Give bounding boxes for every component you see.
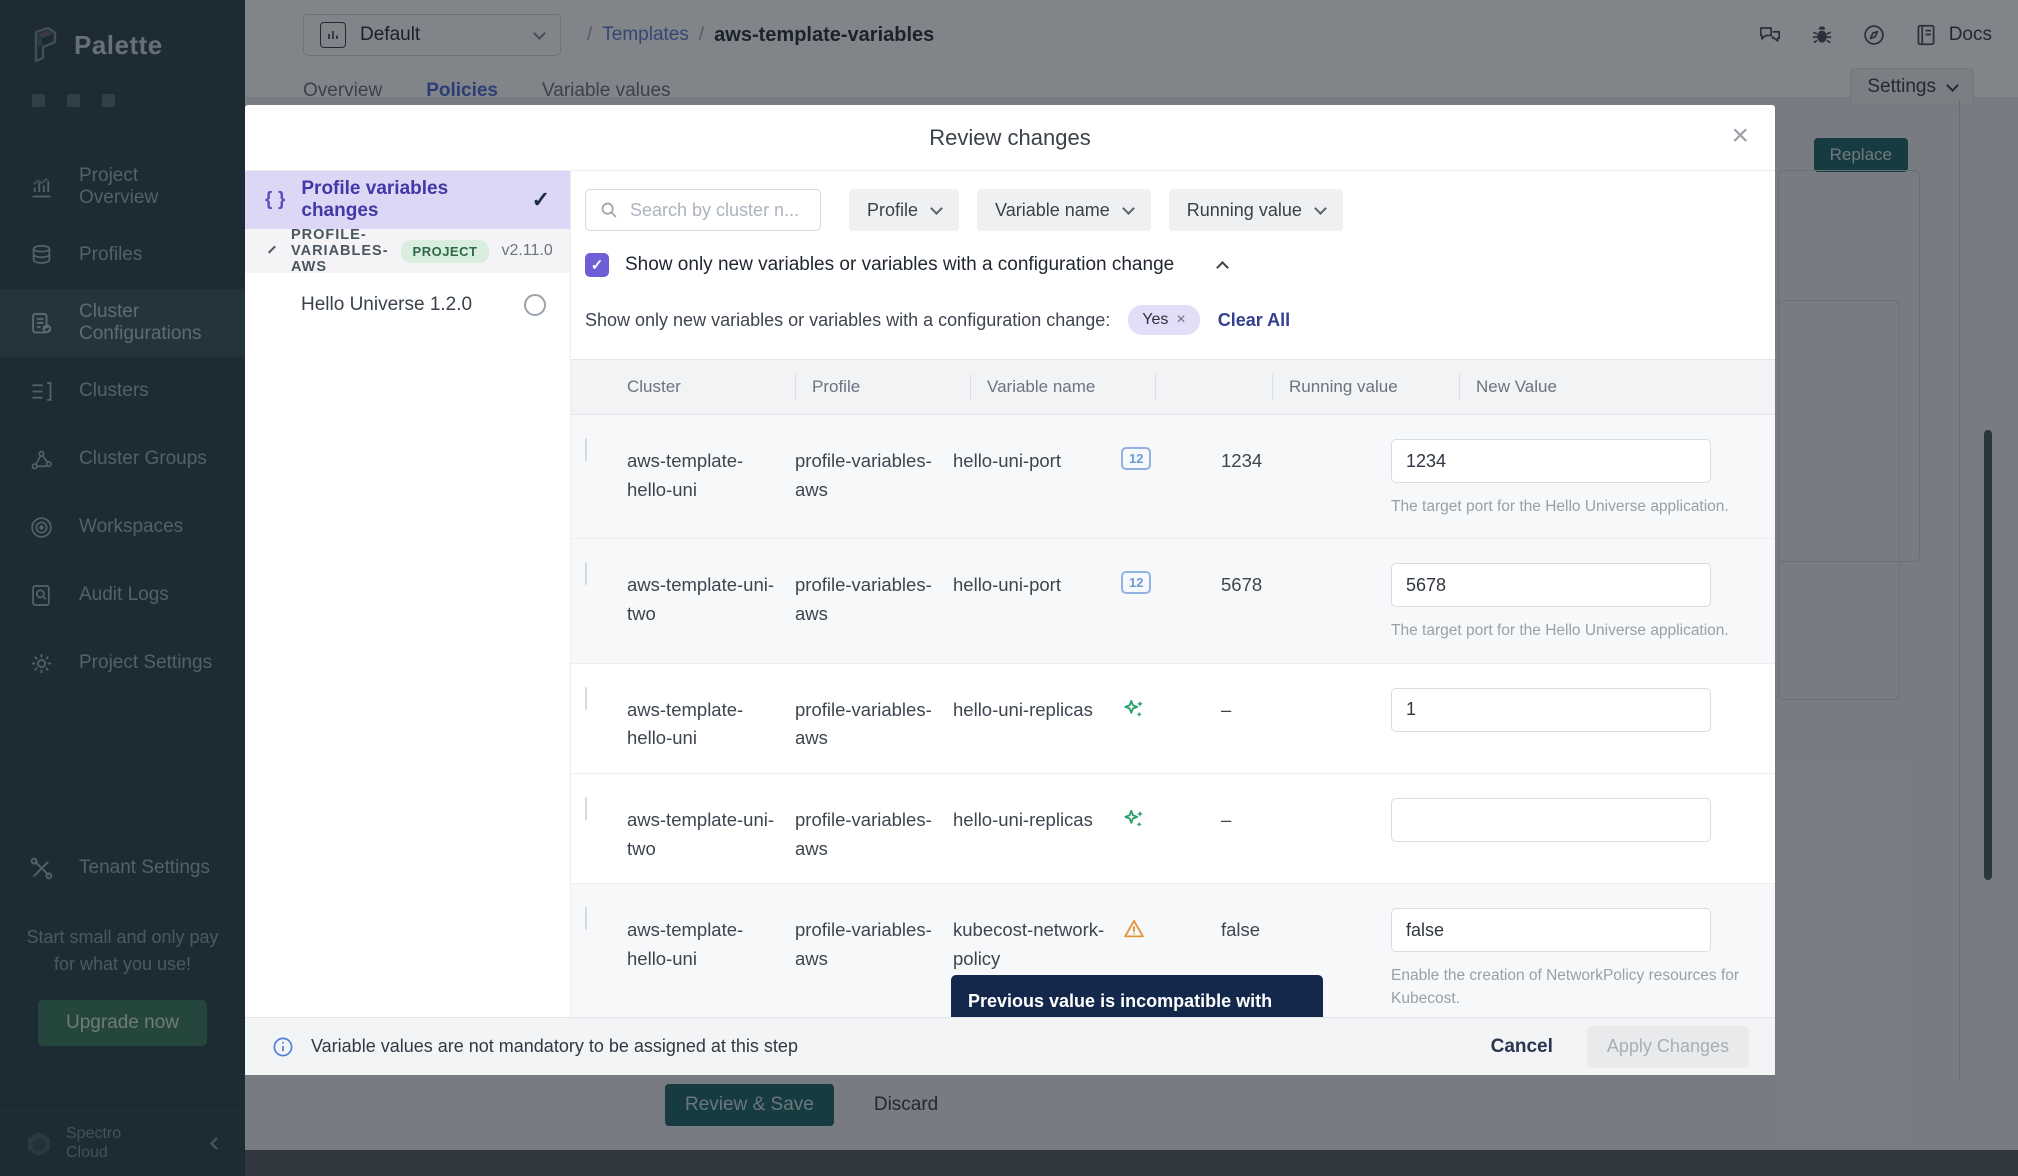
profile-group-row[interactable]: PROFILE-VARIABLES-AWS PROJECT v2.11.0: [245, 229, 570, 273]
chevron-up-icon[interactable]: [1216, 261, 1229, 274]
column-header-variable-name: Variable name: [987, 377, 1155, 397]
chevron-down-icon: [1314, 202, 1327, 215]
table-row: aws-template-hello-uniprofile-variables-…: [571, 664, 1775, 774]
modal-footer: Variable values are not mandatory to be …: [245, 1017, 1775, 1075]
new-value-input[interactable]: [1391, 798, 1711, 842]
column-header-new-value: New Value: [1476, 377, 1761, 397]
check-icon: ✓: [532, 187, 550, 213]
sparkles-icon: [1121, 806, 1147, 832]
table-row: aws-template-uni-twoprofile-variables-aw…: [571, 774, 1775, 884]
nav-item-profile-variables-changes[interactable]: { } Profile variables changes ✓: [245, 171, 570, 229]
running-value: –: [1221, 688, 1391, 725]
number-icon: 12: [1121, 571, 1151, 594]
row-checkbox[interactable]: [585, 562, 587, 585]
column-header-running-value: Running value: [1289, 377, 1459, 397]
filter-dropdown-variable-name[interactable]: Variable name: [977, 189, 1151, 231]
profile-name: profile-variables-aws: [795, 688, 953, 753]
filter-dropdowns: Profile Variable name Running value: [849, 189, 1343, 231]
cluster-name: aws-template-hello-uni: [627, 439, 795, 504]
incompatible-value-tooltip: Previous value is incompatible with new …: [951, 975, 1323, 1017]
new-value-input[interactable]: [1391, 439, 1711, 483]
profile-group-name: PROFILE-VARIABLES-AWS: [291, 227, 389, 275]
clear-all-button[interactable]: Clear All: [1218, 310, 1290, 331]
profile-name: profile-variables-aws: [795, 563, 953, 628]
checkbox-checked-icon[interactable]: ✓: [585, 253, 609, 277]
filter-dropdown-profile[interactable]: Profile: [849, 189, 959, 231]
new-value-input[interactable]: [1391, 688, 1711, 732]
variable-name: kubecost-network-policy: [953, 908, 1121, 973]
modal-header: Review changes ×: [245, 105, 1775, 171]
radio-unchecked-icon[interactable]: [524, 294, 546, 316]
active-filter-label: Show only new variables or variables wit…: [585, 310, 1110, 331]
variable-name: hello-uni-port: [953, 439, 1121, 476]
profile-version: v2.11.0: [501, 242, 552, 260]
column-divider: [970, 374, 971, 400]
close-icon[interactable]: ×: [1731, 121, 1749, 151]
variable-help-text: The target port for the Hello Universe a…: [1391, 495, 1751, 518]
column-header-cluster: Cluster: [627, 377, 795, 397]
show-only-new-checkbox-label: Show only new variables or variables wit…: [625, 254, 1174, 276]
table-row: aws-template-uni-twoprofile-variables-aw…: [571, 539, 1775, 663]
row-checkbox[interactable]: [585, 687, 587, 710]
scope-badge: PROJECT: [401, 240, 490, 263]
column-divider: [1272, 374, 1273, 400]
chevron-down-icon: [268, 245, 276, 253]
column-header-empty: [1172, 377, 1272, 397]
column-divider: [1155, 374, 1156, 400]
filter-dropdown-running-value[interactable]: Running value: [1169, 189, 1343, 231]
filter-chip-yes: Yes ×: [1128, 305, 1199, 335]
row-checkbox[interactable]: [585, 797, 587, 820]
column-divider: [795, 374, 796, 400]
search-icon: [598, 199, 620, 221]
cancel-button[interactable]: Cancel: [1491, 1036, 1553, 1058]
modal-title: Review changes: [929, 125, 1090, 151]
warning-icon: [1121, 916, 1147, 942]
variable-name: hello-uni-replicas: [953, 798, 1121, 835]
chevron-down-icon: [1122, 202, 1135, 215]
variable-help-text: The target port for the Hello Universe a…: [1391, 619, 1751, 642]
running-value: 5678: [1221, 563, 1391, 600]
variable-name: hello-uni-port: [953, 563, 1121, 600]
cluster-name: aws-template-uni-two: [627, 798, 795, 863]
table-body: aws-template-hello-uniprofile-variables-…: [571, 415, 1775, 1017]
cluster-name: aws-template-hello-uni: [627, 688, 795, 753]
info-icon: [271, 1035, 295, 1059]
running-value: false: [1221, 908, 1391, 945]
sparkles-icon: [1121, 696, 1147, 722]
profile-name: profile-variables-aws: [795, 908, 953, 973]
search-input[interactable]: [630, 200, 808, 221]
row-checkbox[interactable]: [585, 438, 587, 461]
variable-help-text: Enable the creation of NetworkPolicy res…: [1391, 964, 1751, 1011]
apply-changes-button[interactable]: Apply Changes: [1587, 1026, 1749, 1068]
row-checkbox[interactable]: [585, 907, 587, 930]
profile-name: profile-variables-aws: [795, 798, 953, 863]
chevron-down-icon: [930, 202, 943, 215]
pack-row-hello-universe[interactable]: Hello Universe 1.2.0: [245, 273, 570, 337]
cluster-search: [585, 189, 821, 231]
running-value: –: [1221, 798, 1391, 835]
column-divider: [1459, 374, 1460, 400]
column-header-empty: [585, 377, 627, 397]
table-row: aws-template-hello-uniprofile-variables-…: [571, 415, 1775, 539]
modal-left-panel: { } Profile variables changes ✓ PROFILE-…: [245, 171, 571, 1017]
variable-name: hello-uni-replicas: [953, 688, 1121, 725]
footer-note: Variable values are not mandatory to be …: [311, 1036, 798, 1057]
table-header: Cluster Profile Variable name Running value…: [571, 359, 1775, 415]
braces-icon: { }: [265, 189, 287, 211]
number-icon: 12: [1121, 447, 1151, 470]
running-value: 1234: [1221, 439, 1391, 476]
column-header-profile: Profile: [812, 377, 970, 397]
modal-content: Profile Variable name Running value ✓ Show…: [571, 171, 1775, 1017]
profile-name: profile-variables-aws: [795, 439, 953, 504]
new-value-input[interactable]: [1391, 908, 1711, 952]
cluster-name: aws-template-uni-two: [627, 563, 795, 628]
new-value-input[interactable]: [1391, 563, 1711, 607]
remove-filter-icon[interactable]: ×: [1176, 311, 1185, 329]
cluster-name: aws-template-hello-uni: [627, 908, 795, 973]
review-changes-modal: Review changes × { } Profile variables c…: [245, 105, 1775, 1075]
